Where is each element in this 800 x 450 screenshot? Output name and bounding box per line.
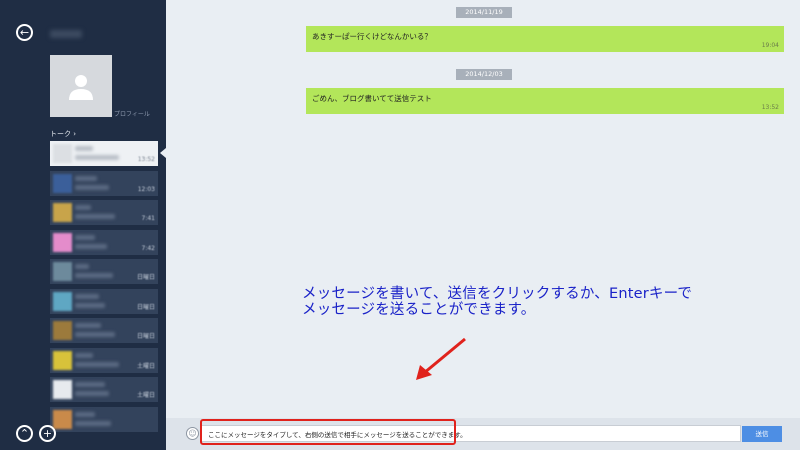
- chat-name-blurred: [75, 264, 89, 269]
- emoji-icon[interactable]: ☺: [186, 427, 199, 440]
- message-time: 13:52: [761, 104, 779, 111]
- person-silhouette-icon: [69, 75, 93, 100]
- annotation-line-1: メッセージを書いて、送信をクリックするか、Enterキーで: [302, 286, 693, 302]
- chat-avatar: [53, 380, 72, 399]
- conversation-panel: 2014/11/19 あきすーぱー行くけどなんかいる？ 19:04 2014/1…: [166, 0, 800, 418]
- profile-label[interactable]: プロフィール: [114, 109, 150, 118]
- chat-time: 7:42: [141, 245, 155, 252]
- chat-preview-blurred: [75, 362, 119, 367]
- message-text: ごめん、ブログ書いてて送信テスト: [312, 94, 432, 103]
- chat-preview-blurred: [75, 244, 107, 249]
- chat-name-blurred: [75, 353, 93, 358]
- chat-list-item[interactable]: 12:03: [50, 171, 158, 196]
- input-highlight-box: [200, 419, 456, 445]
- message-bubble[interactable]: ごめん、ブログ書いてて送信テスト 13:52: [306, 88, 784, 114]
- chat-time: 日曜日: [136, 274, 155, 281]
- chat-preview-blurred: [75, 421, 111, 426]
- chat-list-item[interactable]: 13:52: [50, 141, 158, 166]
- chat-list-item[interactable]: 土曜日: [50, 348, 158, 373]
- chevron-right-icon: ›: [71, 130, 77, 138]
- chat-time: 13:52: [137, 156, 155, 163]
- message-bubble[interactable]: あきすーぱー行くけどなんかいる？ 19:04: [306, 26, 784, 52]
- chat-preview-blurred: [75, 214, 115, 219]
- chat-time: 12:03: [137, 186, 155, 193]
- chat-list-item[interactable]: [50, 407, 158, 432]
- chat-avatar: [53, 144, 72, 163]
- chat-name-blurred: [75, 294, 99, 299]
- chat-avatar: [53, 410, 72, 429]
- send-button[interactable]: 送信: [742, 426, 782, 442]
- talk-label-text: トーク: [50, 130, 71, 138]
- chat-time: 7:41: [141, 215, 155, 222]
- chat-avatar: [53, 351, 72, 370]
- date-separator: 2014/11/19: [456, 7, 512, 18]
- chevron-up-icon[interactable]: ⌃: [16, 425, 33, 442]
- chat-avatar: [53, 233, 72, 252]
- chat-preview-blurred: [75, 185, 109, 190]
- sidebar: ← プロフィール トーク › 13:52 12:03 7:41 7:42 日曜日 日曜日日…: [0, 0, 166, 450]
- annotation-line-2: メッセージを送ることができます。: [302, 302, 536, 318]
- chat-preview-blurred: [75, 332, 115, 337]
- chat-preview-blurred: [75, 155, 119, 160]
- chat-time: 土曜日: [136, 392, 155, 399]
- profile-name-blurred: [50, 30, 82, 38]
- chat-avatar: [53, 203, 72, 222]
- chat-time: 日曜日: [136, 304, 155, 311]
- chat-name-blurred: [75, 176, 97, 181]
- chat-preview-blurred: [75, 391, 109, 396]
- profile-avatar[interactable]: [50, 55, 112, 117]
- chat-time: 土曜日: [136, 363, 155, 370]
- annotation-arrow-icon: [416, 337, 466, 380]
- message-time: 19:04: [761, 42, 779, 49]
- chat-list-item[interactable]: 日曜日: [50, 318, 158, 343]
- instruction-annotation: メッセージを書いて、送信をクリックするか、Enterキーで メッセージを送ること…: [302, 286, 742, 318]
- chat-avatar: [53, 174, 72, 193]
- message-text: あきすーぱー行くけどなんかいる？: [312, 32, 432, 41]
- chat-name-blurred: [75, 382, 105, 387]
- talk-section-label[interactable]: トーク ›: [50, 129, 76, 139]
- chat-name-blurred: [75, 323, 101, 328]
- chat-avatar: [53, 321, 72, 340]
- chat-name-blurred: [75, 235, 95, 240]
- back-arrow-icon[interactable]: ←: [16, 24, 33, 41]
- chat-name-blurred: [75, 205, 91, 210]
- add-icon[interactable]: +: [39, 425, 56, 442]
- chat-avatar: [53, 262, 72, 281]
- chat-list-item[interactable]: 7:42: [50, 230, 158, 255]
- chat-time: 日曜日: [136, 333, 155, 340]
- chat-name-blurred: [75, 412, 95, 417]
- chat-list-item[interactable]: 日曜日: [50, 289, 158, 314]
- chat-name-blurred: [75, 146, 93, 151]
- chat-list-item[interactable]: 土曜日: [50, 377, 158, 402]
- chat-preview-blurred: [75, 273, 113, 278]
- chat-preview-blurred: [75, 303, 105, 308]
- chat-avatar: [53, 292, 72, 311]
- date-separator: 2014/12/03: [456, 69, 512, 80]
- chat-list-item[interactable]: 日曜日: [50, 259, 158, 284]
- chat-list-item[interactable]: 7:41: [50, 200, 158, 225]
